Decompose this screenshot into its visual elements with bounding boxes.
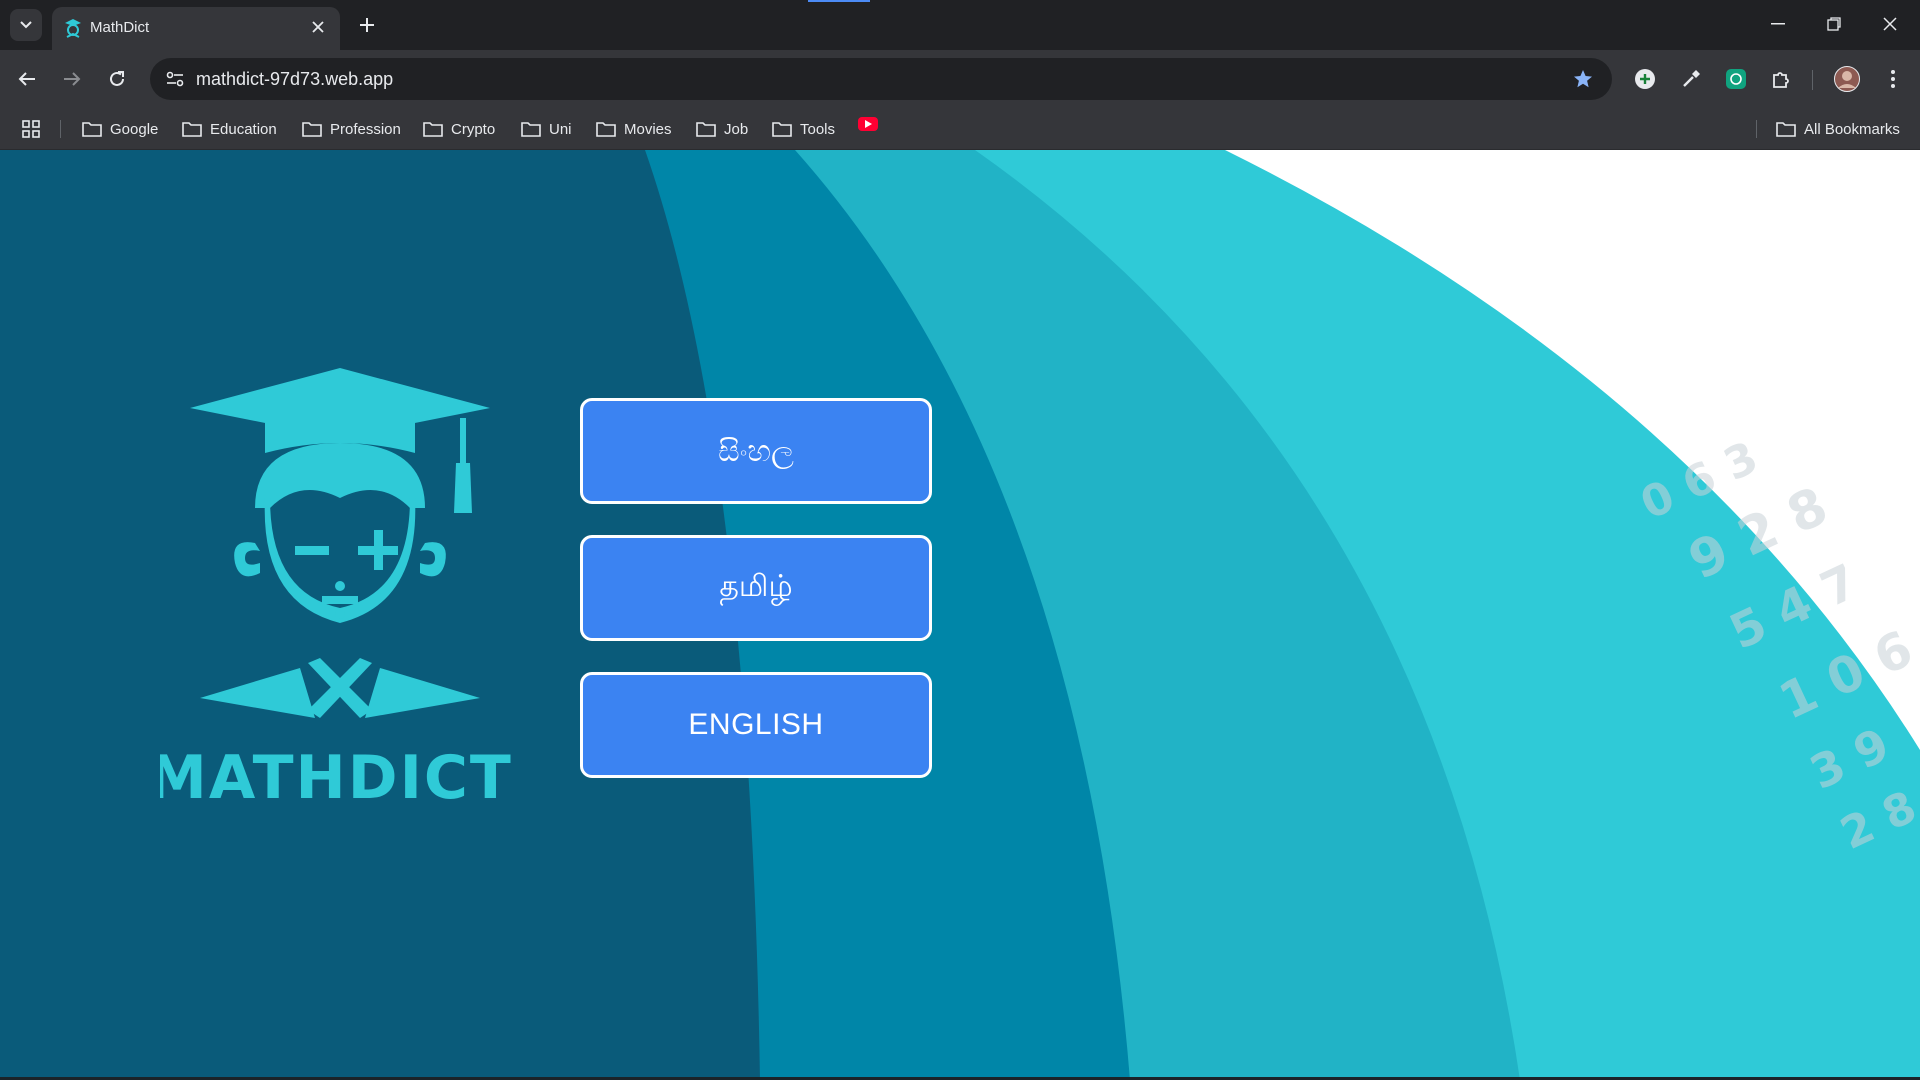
apps-button[interactable] (22, 116, 48, 142)
url-text[interactable]: mathdict-97d73.web.app (196, 69, 393, 90)
folder-icon (423, 122, 443, 137)
youtube-icon (865, 120, 872, 128)
extensions-icon (1773, 72, 1789, 88)
toolbar-divider (1812, 70, 1813, 90)
star-icon (1574, 70, 1592, 88)
bookmark-job[interactable]: Job (696, 116, 748, 142)
bookmark-label: Crypto (451, 120, 496, 138)
close-icon (312, 21, 324, 33)
tamil-button[interactable]: தமிழ் (580, 535, 932, 641)
bookmark-label: Movies (624, 120, 672, 138)
reload-button[interactable] (100, 62, 134, 96)
chevron-down-icon (20, 21, 32, 29)
mathdict-favicon-icon (65, 19, 81, 38)
close-icon (1883, 17, 1897, 31)
site-info-button[interactable] (160, 64, 190, 94)
folder-icon (1776, 122, 1796, 137)
bookmark-label: Profession (330, 120, 401, 138)
restore-icon (1827, 17, 1841, 31)
eyedropper-icon (1683, 70, 1700, 87)
bookmark-star-button[interactable] (1570, 66, 1596, 92)
logo-text: MATHDICT (160, 743, 513, 808)
bookmark-uni[interactable]: Uni (521, 116, 572, 142)
tab-search-button[interactable] (10, 9, 42, 41)
forward-icon (64, 72, 81, 86)
sinhala-button[interactable]: සිංහල (580, 398, 932, 504)
bookmark-label: Tools (800, 120, 836, 138)
tab-title: MathDict (90, 19, 150, 36)
tab-drop-indicator (808, 0, 870, 2)
forward-button[interactable] (55, 62, 89, 96)
english-button[interactable]: ENGLISH (580, 672, 932, 778)
new-tab-button[interactable] (354, 12, 380, 38)
bookmark-profession[interactable]: Profession (302, 116, 401, 142)
extension-plus-button[interactable] (1628, 62, 1662, 96)
address-bar[interactable]: mathdict-97d73.web.app (150, 58, 1612, 100)
folder-icon (182, 122, 202, 137)
plus-icon (360, 18, 374, 32)
extensions-button[interactable] (1764, 62, 1798, 96)
folder-icon (772, 122, 792, 137)
all-bookmarks-label: All Bookmarks (1804, 120, 1900, 138)
bookmark-label: Google (110, 120, 159, 138)
mathdict-logo: MATHDICT (160, 368, 513, 808)
close-tab-button[interactable] (306, 15, 330, 39)
bookmark-youtube[interactable] (858, 117, 878, 131)
close-window-button[interactable] (1862, 0, 1918, 48)
folder-icon (596, 122, 616, 137)
folder-icon (302, 122, 322, 137)
menu-icon (1891, 70, 1895, 88)
bookmark-tools[interactable]: Tools (772, 116, 835, 142)
apps-icon (22, 120, 40, 138)
browser-menu-button[interactable] (1876, 62, 1910, 96)
back-button[interactable] (10, 62, 44, 96)
profile-button[interactable] (1830, 62, 1864, 96)
extension-eyedropper-button[interactable] (1674, 62, 1708, 96)
bookmark-movies[interactable]: Movies (596, 116, 672, 142)
browser-toolbar: mathdict-97d73.web.app (0, 50, 1920, 108)
reload-icon (110, 71, 124, 86)
all-bookmarks-button[interactable]: All Bookmarks (1776, 116, 1900, 142)
add-circle-icon (1635, 69, 1655, 89)
mathdict-page: 0 6 3 9 2 8 5 4 7 1 0 6 3 9 2 8 MATHDICT… (0, 150, 1920, 1080)
bookmark-google[interactable]: Google (82, 116, 158, 142)
profile-avatar (1834, 66, 1860, 92)
folder-icon (696, 122, 716, 137)
bookmark-education[interactable]: Education (182, 116, 277, 142)
tab-strip: MathDict (0, 0, 1920, 50)
site-info-icon (166, 71, 184, 87)
folder-icon (521, 122, 541, 137)
bookmark-label: Job (724, 120, 749, 138)
minimize-icon (1771, 23, 1785, 25)
folder-icon (82, 122, 102, 137)
bookmarks-bar: Google Education Profession Crypto Uni M… (0, 108, 1920, 150)
back-icon (18, 72, 35, 86)
active-tab[interactable]: MathDict (52, 7, 340, 50)
extension-green-button[interactable] (1719, 62, 1753, 96)
bookmark-crypto[interactable]: Crypto (423, 116, 495, 142)
restore-button[interactable] (1806, 0, 1862, 48)
bookmark-label: Education (210, 120, 277, 138)
bookmarks-divider (1756, 120, 1757, 138)
bookmark-label: Uni (549, 120, 572, 138)
minimize-button[interactable] (1750, 0, 1806, 48)
bookmarks-divider (60, 120, 61, 138)
green-extension-icon (1726, 69, 1746, 89)
